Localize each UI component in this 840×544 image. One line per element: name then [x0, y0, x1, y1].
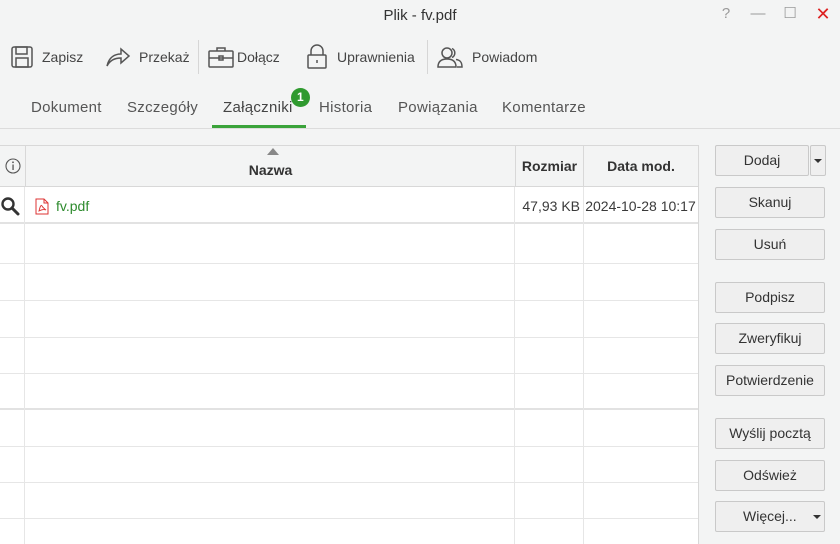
toolbar: Zapisz Przekaż Dołącz Uprawnienia Powiad…: [0, 38, 840, 76]
table-row-empty: [0, 337, 698, 374]
more-button[interactable]: Więcej...: [715, 501, 825, 532]
window-title: Plik - fv.pdf: [383, 7, 457, 24]
toolbar-separator: [427, 40, 428, 74]
forward-label: Przekaż: [139, 49, 190, 65]
close-button[interactable]: ✕: [813, 4, 833, 24]
tab-details[interactable]: Szczegóły: [119, 90, 206, 128]
caret-down-icon: [813, 515, 821, 519]
info-icon: [4, 158, 21, 174]
permissions-label: Uprawnienia: [337, 49, 415, 65]
column-divider: [583, 187, 584, 544]
table-row[interactable]: fv.pdf 47,93 KB 2024-10-28 10:17: [0, 187, 698, 224]
table-row-empty: [0, 373, 698, 410]
caret-down-icon: [814, 159, 822, 163]
table-row-empty: [0, 301, 698, 338]
refresh-button[interactable]: Odśwież: [715, 460, 825, 491]
pdf-file-icon-cell: [35, 187, 49, 225]
title-bar: Plik - fv.pdf ? — ☐ ✕: [0, 0, 840, 32]
table-header: Nazwa Rozmiar Data mod.: [0, 146, 698, 187]
sort-ascending-icon: [267, 148, 279, 155]
users-icon: [437, 47, 463, 68]
briefcase-icon: [208, 47, 234, 68]
forward-arrow-icon: [106, 47, 131, 67]
maximize-button[interactable]: ☐: [780, 4, 800, 24]
add-button[interactable]: Dodaj: [715, 145, 809, 176]
tab-comments[interactable]: Komentarze: [494, 90, 594, 128]
preview-button[interactable]: [0, 187, 25, 225]
sign-button[interactable]: Podpisz: [715, 282, 825, 313]
tab-bar: Dokument Szczegóły Załączniki 1 Historia…: [0, 88, 840, 128]
add-dropdown-button[interactable]: [810, 145, 826, 176]
info-column-header[interactable]: [0, 146, 25, 187]
notify-button[interactable]: Powiadom: [436, 38, 537, 76]
floppy-disk-icon: [11, 46, 33, 68]
save-button[interactable]: Zapisz: [10, 38, 83, 76]
more-label: Więcej...: [743, 508, 797, 524]
minimize-button[interactable]: —: [748, 4, 768, 24]
save-label: Zapisz: [42, 49, 84, 65]
table-row-empty: [0, 446, 698, 483]
send-mail-button[interactable]: Wyślij pocztą: [715, 418, 825, 449]
file-size: 47,93 KB: [522, 198, 580, 214]
modified-column-header[interactable]: Data mod.: [583, 146, 698, 187]
table-row-empty: [0, 410, 698, 447]
file-modified-date: 2024-10-28 10:17: [585, 198, 696, 214]
attachments-count-badge: 1: [291, 88, 310, 107]
scan-button[interactable]: Skanuj: [715, 187, 825, 218]
permissions-button[interactable]: Uprawnienia: [305, 38, 415, 76]
remove-button[interactable]: Usuń: [715, 229, 825, 260]
tab-history[interactable]: Historia: [311, 90, 380, 128]
column-divider: [514, 187, 515, 544]
attach-button[interactable]: Dołącz: [207, 38, 280, 76]
column-divider: [24, 187, 25, 544]
table-row-empty: [0, 227, 698, 264]
verify-button[interactable]: Zweryfikuj: [715, 323, 825, 354]
magnifier-icon: [1, 197, 20, 216]
tabs-divider: [0, 128, 840, 129]
tab-attachments[interactable]: Załączniki 1: [212, 88, 310, 128]
name-header-label: Nazwa: [248, 162, 293, 178]
tab-relations[interactable]: Powiązania: [390, 90, 486, 128]
tab-document[interactable]: Dokument: [23, 90, 110, 128]
attach-label: Dołącz: [237, 49, 280, 65]
notify-label: Powiadom: [472, 49, 538, 65]
table-row-empty: [0, 264, 698, 301]
pdf-file-icon: [35, 198, 49, 215]
toolbar-separator: [198, 40, 199, 74]
help-button[interactable]: ?: [716, 4, 736, 24]
lock-icon: [307, 44, 327, 69]
forward-button[interactable]: Przekaż: [105, 38, 190, 76]
size-column-header[interactable]: Rozmiar: [515, 146, 583, 187]
table-row-empty: [0, 482, 698, 519]
attachments-table: Nazwa Rozmiar Data mod. fv.pdf 47,93 KB …: [0, 145, 699, 544]
confirmation-button[interactable]: Potwierdzenie: [715, 365, 825, 396]
file-name-link[interactable]: fv.pdf: [56, 187, 89, 225]
tab-attachments-label: Załączniki: [223, 99, 293, 116]
